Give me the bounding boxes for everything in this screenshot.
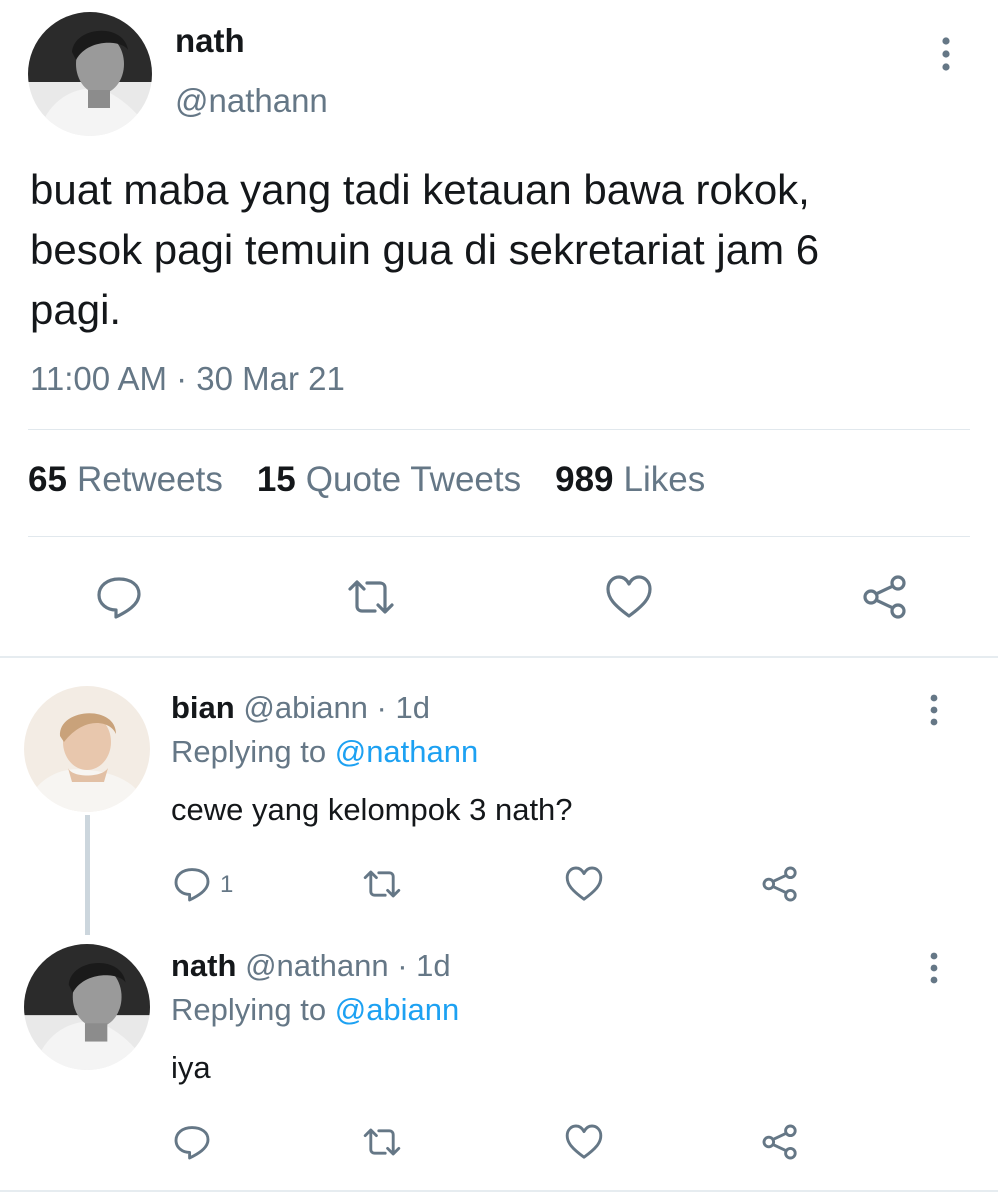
mention-link[interactable]: @abiann [335,992,460,1027]
avatar[interactable] [28,12,152,136]
likes-count: 989 [555,460,614,499]
likes-label: Likes [623,460,706,499]
reply-header: bian @abiann · 1d [171,690,430,726]
reply-button[interactable] [94,572,144,622]
share-button[interactable] [860,572,910,622]
reply-author-handle[interactable]: @abiann · 1d [243,690,430,725]
reply-icon [97,577,141,619]
retweet-icon [363,870,401,898]
profile-photo [24,686,150,812]
more-icon [930,952,938,984]
author-handle[interactable]: @nathann [175,82,328,120]
like-icon [565,1124,603,1159]
replying-to-label: Replying to [171,992,327,1027]
divider [28,429,970,430]
more-options-button[interactable] [928,34,964,74]
tweet-text-line: pagi. [30,286,122,333]
retweet-icon [363,1128,401,1156]
reply-author-handle[interactable]: @nathann · 1d [245,948,451,983]
divider [28,536,970,537]
author-name[interactable]: nath [175,22,245,60]
likes-stat[interactable]: 989 Likes [555,460,705,500]
quotes-count: 15 [256,460,296,499]
reply-count: 1 [220,871,234,898]
replying-to: Replying to @abiann [171,992,459,1028]
mention-link[interactable]: @nathann [335,734,479,769]
reply-button[interactable] [172,1122,212,1162]
retweets-stat[interactable]: 65 Retweets [28,460,223,500]
profile-photo [24,944,150,1070]
divider [0,656,998,658]
reply-header: nath @nathann · 1d [171,948,451,984]
tweet-text: buat maba yang tadi ketauan bawa rokok, … [30,160,970,340]
profile-photo [28,12,152,136]
tweet-text-line: besok pagi temuin gua di sekretariat jam… [30,226,820,273]
share-icon [762,1124,797,1160]
reply-button[interactable] [172,864,212,904]
more-options-button[interactable] [920,948,948,988]
retweets-count: 65 [28,460,67,499]
thread-line [85,815,90,935]
quote-tweets-stat[interactable]: 15 Quote Tweets [257,460,521,500]
tweet-timestamp[interactable]: 11:00 AM · 30 Mar 21 [30,360,345,398]
avatar[interactable] [24,686,150,812]
retweet-icon [348,580,394,614]
reply-icon [174,868,210,902]
replying-to-label: Replying to [171,734,327,769]
like-button[interactable] [564,864,604,904]
quotes-label: Quote Tweets [305,460,522,499]
share-button[interactable] [760,1122,800,1162]
more-options-button[interactable] [920,690,948,730]
tweet-text-line: buat maba yang tadi ketauan bawa rokok, [30,166,810,213]
retweet-button[interactable] [362,864,402,904]
reply-text: iya [171,1050,211,1085]
like-button[interactable] [564,1122,604,1162]
reply-author-name[interactable]: bian [171,690,235,725]
like-icon [565,866,603,901]
like-button[interactable] [604,572,654,622]
tweet-stats: 65 Retweets 15 Quote Tweets 989 Likes [28,460,739,500]
more-icon [930,694,938,726]
retweet-button[interactable] [346,572,396,622]
like-icon [606,575,652,618]
reply-author-name[interactable]: nath [171,948,236,983]
divider [0,1190,998,1192]
replying-to: Replying to @nathann [171,734,478,770]
share-icon [762,866,797,902]
reply-icon [174,1126,210,1160]
share-icon [863,575,906,619]
retweets-label: Retweets [76,460,223,499]
share-button[interactable] [760,864,800,904]
avatar[interactable] [24,944,150,1070]
reply-text: cewe yang kelompok 3 nath? [171,792,573,827]
more-icon [942,37,950,71]
retweet-button[interactable] [362,1122,402,1162]
